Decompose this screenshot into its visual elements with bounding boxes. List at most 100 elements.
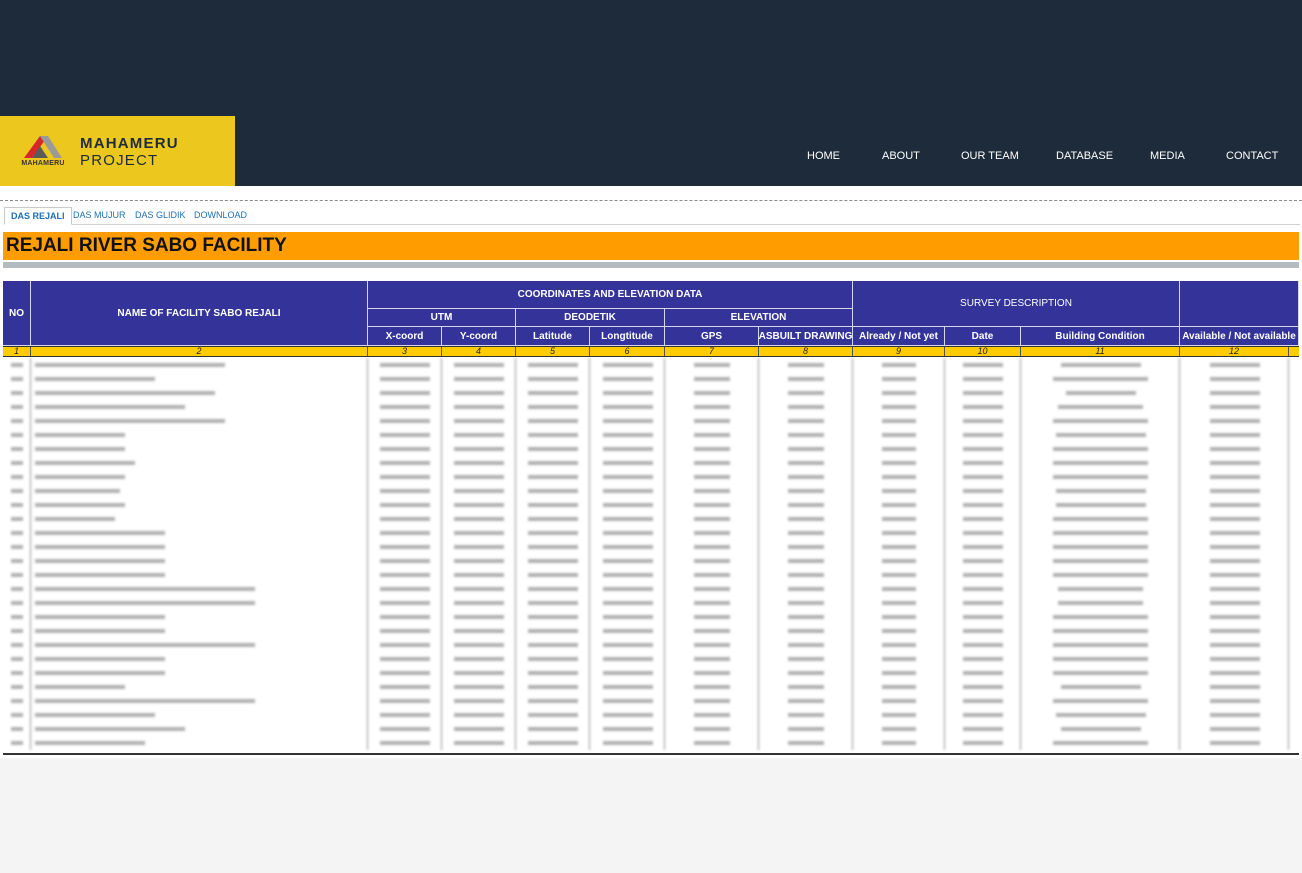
- redacted-value: [694, 461, 730, 465]
- redacted-value: [603, 531, 653, 535]
- redacted-value: [694, 419, 730, 423]
- redacted-value: [882, 419, 916, 423]
- redacted-value: [603, 643, 653, 647]
- redacted-value: [11, 587, 23, 591]
- table-cell: [3, 610, 31, 624]
- redacted-value: [11, 615, 23, 619]
- redacted-value: [528, 601, 578, 605]
- redacted-value: [963, 559, 1003, 563]
- column-number: 1: [3, 347, 31, 356]
- redacted-value: [1053, 559, 1148, 563]
- column-number: 2: [31, 347, 368, 356]
- table-cell: [665, 680, 759, 694]
- nav-contact[interactable]: CONTACT: [1226, 150, 1278, 162]
- column-number: 5: [516, 347, 590, 356]
- redacted-value: [528, 671, 578, 675]
- table-cell: [442, 400, 516, 414]
- table-cell: [590, 400, 665, 414]
- redacted-value: [963, 545, 1003, 549]
- table-cell: [759, 652, 853, 666]
- redacted-value: [1053, 615, 1148, 619]
- redacted-value: [454, 363, 504, 367]
- table-cell: [442, 736, 516, 750]
- nav-media[interactable]: MEDIA: [1150, 150, 1185, 162]
- redacted-value: [1053, 643, 1148, 647]
- table-cell: [516, 582, 590, 596]
- table-cell: [945, 540, 1021, 554]
- redacted-value: [1053, 447, 1148, 451]
- redacted-value: [454, 699, 504, 703]
- table-cell: [516, 442, 590, 456]
- table-cell: [442, 442, 516, 456]
- table-cell: [442, 498, 516, 512]
- redacted-value: [11, 503, 23, 507]
- tab-download[interactable]: DOWNLOAD: [188, 207, 253, 225]
- header-facility-name: NAME OF FACILITY SABO REJALI: [31, 281, 368, 346]
- table-cell: [665, 470, 759, 484]
- redacted-value: [380, 475, 430, 479]
- redacted-value: [11, 671, 23, 675]
- redacted-value: [788, 643, 824, 647]
- redacted-value: [1210, 727, 1260, 731]
- table-row: [3, 694, 1299, 708]
- tab-das-mujur[interactable]: DAS MUJUR: [67, 207, 132, 225]
- table-cell: [516, 680, 590, 694]
- header-date: Date: [945, 327, 1021, 346]
- redacted-value: [380, 573, 430, 577]
- header-gps: GPS: [665, 327, 759, 346]
- table-cell: [945, 386, 1021, 400]
- header-coordinates-group: COORDINATES AND ELEVATION DATA: [368, 281, 853, 309]
- redacted-value: [35, 461, 135, 465]
- table-cell: [759, 666, 853, 680]
- table-cell: [442, 680, 516, 694]
- table-cell: [442, 526, 516, 540]
- table-cell: [853, 568, 945, 582]
- title-underline: [3, 262, 1299, 268]
- redacted-value: [788, 405, 824, 409]
- table-cell: [590, 372, 665, 386]
- table-cell: [442, 386, 516, 400]
- nav-home[interactable]: HOME: [807, 150, 840, 162]
- redacted-value: [694, 489, 730, 493]
- redacted-value: [963, 531, 1003, 535]
- table-cell: [759, 624, 853, 638]
- table-cell: [31, 540, 368, 554]
- redacted-value: [35, 671, 165, 675]
- redacted-value: [603, 405, 653, 409]
- redacted-value: [380, 503, 430, 507]
- redacted-value: [603, 363, 653, 367]
- redacted-value: [603, 377, 653, 381]
- redacted-value: [35, 657, 165, 661]
- redacted-value: [454, 433, 504, 437]
- table-cell: [1180, 498, 1289, 512]
- nav-database[interactable]: DATABASE: [1056, 150, 1113, 162]
- redacted-value: [882, 517, 916, 521]
- redacted-value: [788, 503, 824, 507]
- redacted-value: [963, 391, 1003, 395]
- tab-das-glidik[interactable]: DAS GLIDIK: [129, 207, 192, 225]
- redacted-value: [1053, 461, 1148, 465]
- table-cell: [1021, 680, 1180, 694]
- table-cell: [1021, 442, 1180, 456]
- table-row: [3, 386, 1299, 400]
- redacted-value: [380, 545, 430, 549]
- table-cell: [3, 498, 31, 512]
- tab-das-rejali[interactable]: DAS REJALI: [4, 207, 72, 225]
- divider: [0, 200, 1302, 201]
- table-cell: [1021, 512, 1180, 526]
- redacted-value: [694, 391, 730, 395]
- nav-our-team[interactable]: OUR TEAM: [961, 150, 1019, 162]
- table-cell: [3, 652, 31, 666]
- redacted-value: [528, 405, 578, 409]
- table-cell: [665, 568, 759, 582]
- column-number: 7: [665, 347, 759, 356]
- table-cell: [442, 638, 516, 652]
- table-cell: [1180, 456, 1289, 470]
- redacted-value: [35, 741, 145, 745]
- nav-about[interactable]: ABOUT: [882, 150, 920, 162]
- table-cell: [590, 638, 665, 652]
- table-cell: [3, 512, 31, 526]
- table-cell: [945, 470, 1021, 484]
- table-cell: [665, 512, 759, 526]
- table-cell: [31, 596, 368, 610]
